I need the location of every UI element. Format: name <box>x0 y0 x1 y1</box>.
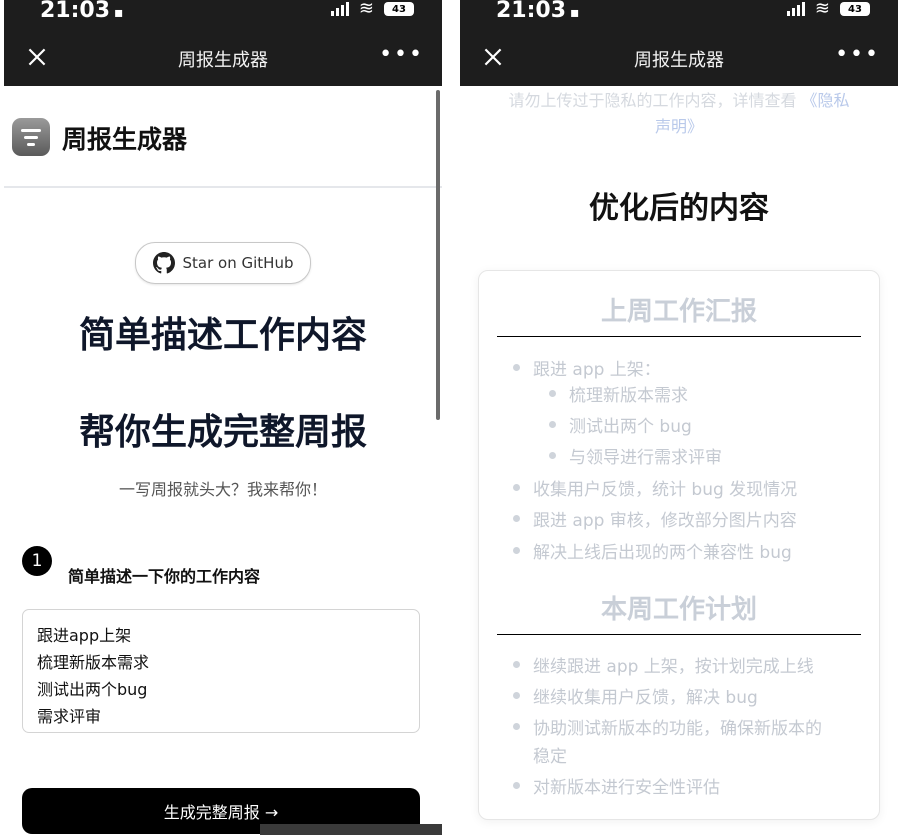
status-time: 21:03 ▪ <box>40 0 124 23</box>
result-title: 优化后的内容 <box>589 191 769 226</box>
github-icon <box>152 252 175 274</box>
this-week-heading: 本周工作计划 <box>497 589 861 635</box>
nav-title: 周报生成器 <box>634 50 724 71</box>
status-time-text: 21:03 <box>40 0 111 23</box>
status-bar: 21:03 ▪ ≋ 43 <box>460 0 898 28</box>
input-line: 需求评审 <box>37 707 102 726</box>
list-item: 继续收集用户反馈，解决 bug <box>513 683 758 708</box>
status-icons: ≋ 43 <box>330 0 414 19</box>
hero-heading-line2: 帮你生成完整周报 <box>78 412 367 453</box>
navigation-bar: 周报生成器 ••• <box>4 28 442 86</box>
privacy-notice: 请勿上传过于隐私的工作内容，详情查看 《隐私 声明》 <box>480 88 878 140</box>
hero-subtitle: 一写周报就头大？我来帮你！ <box>118 480 327 499</box>
last-week-heading: 上周工作汇报 <box>497 291 861 337</box>
wifi-icon: ≋ <box>358 0 374 19</box>
list-item-sub: 梳理新版本需求 <box>549 381 688 406</box>
lock-icon: ▪ <box>570 5 580 21</box>
battery-icon: 43 <box>384 2 414 16</box>
list-item: 协助测试新版本的功能，确保新版本的 <box>513 714 822 739</box>
list-item-continuation: 稳定 <box>533 747 567 767</box>
step-number-badge: 1 <box>22 546 52 576</box>
status-time-text: 21:03 <box>496 0 567 23</box>
phone-screen-right: 21:03 ▪ ≋ 43 周报生成器 ••• 请勿上传过于隐私的工作内容，详情查看… <box>460 0 898 835</box>
privacy-policy-link-cont[interactable]: 声明》 <box>655 117 703 136</box>
battery-level: 43 <box>848 3 862 15</box>
list-item: 收集用户反馈，统计 bug 发现情况 <box>512 475 797 500</box>
more-icon[interactable]: ••• <box>835 42 880 67</box>
signal-icon <box>330 2 349 16</box>
phone-screen-left: 21:03 ▪ ≋ 43 周报生成器 ••• 周报生成器 Star on GitH… <box>4 0 442 835</box>
hero-heading-line1: 简单描述工作内容 <box>78 315 367 356</box>
status-time: 21:03 ▪ <box>496 0 580 23</box>
input-line: 梳理新版本需求 <box>37 653 150 672</box>
wifi-icon: ≋ <box>814 0 830 19</box>
battery-level: 43 <box>392 3 406 15</box>
nav-title: 周报生成器 <box>178 50 268 71</box>
list-item: 解决上线后出现的两个兼容性 bug <box>513 538 792 563</box>
app-logo-icon <box>12 118 50 156</box>
list-item: 继续跟进 app 上架，按计划完成上线 <box>513 652 814 677</box>
result-card: 上周工作汇报 跟进 app 上架： 梳理新版本需求 测试出两个 bug 与领导进… <box>478 270 880 820</box>
input-line: 测试出两个bug <box>37 680 148 699</box>
step-label: 简单描述一下你的工作内容 <box>68 567 261 586</box>
github-star-label: Star on GitHub <box>182 254 294 272</box>
github-star-button[interactable]: Star on GitHub <box>135 242 311 284</box>
battery-icon: 43 <box>840 2 870 16</box>
signal-icon <box>786 2 805 16</box>
more-icon[interactable]: ••• <box>379 42 424 67</box>
list-item: 跟进 app 上架： <box>513 355 661 380</box>
list-item-sub: 测试出两个 bug <box>549 412 692 437</box>
toast-strip <box>260 824 442 835</box>
scrollbar[interactable] <box>436 90 440 420</box>
status-bar: 21:03 ▪ ≋ 43 <box>4 0 442 28</box>
list-item-sub: 与领导进行需求评审 <box>549 443 722 468</box>
list-item: 跟进 app 审核，修改部分图片内容 <box>513 506 797 531</box>
work-description-input[interactable]: 跟进app上架 梳理新版本需求 测试出两个bug 需求评审 <box>22 609 420 733</box>
privacy-policy-link[interactable]: 《隐私 <box>802 91 850 110</box>
privacy-text: 请勿上传过于隐私的工作内容，详情查看 <box>508 91 797 110</box>
list-item: 对新版本进行安全性评估 <box>513 773 720 798</box>
app-name: 周报生成器 <box>62 125 188 154</box>
input-line: 跟进app上架 <box>37 626 132 645</box>
navigation-bar: 周报生成器 ••• <box>460 28 898 86</box>
lock-icon: ▪ <box>114 5 124 21</box>
status-icons: ≋ 43 <box>786 0 870 19</box>
